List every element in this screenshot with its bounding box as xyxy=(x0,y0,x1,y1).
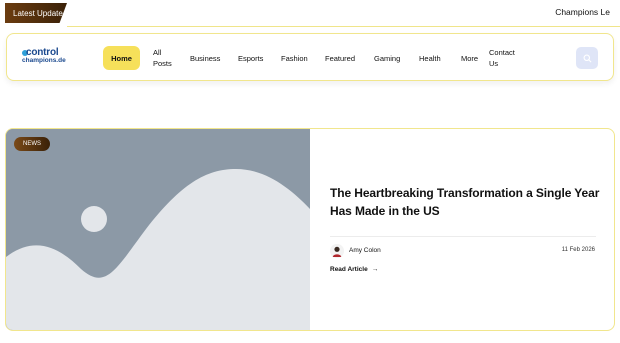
nav-item-all-posts-line2: Posts xyxy=(153,59,172,68)
site-header: control champions.de Home All Posts Busi… xyxy=(6,33,614,81)
author-name[interactable]: Amy Colon xyxy=(349,247,381,254)
image-placeholder-icon xyxy=(6,129,310,330)
nav-item-health[interactable]: Health xyxy=(419,34,441,82)
nav-item-all-posts[interactable]: All Posts xyxy=(153,34,172,82)
meta-divider xyxy=(330,236,596,237)
article-image-placeholder[interactable]: NEWS xyxy=(6,129,310,330)
arrow-right-icon: → xyxy=(371,266,379,273)
read-article-link[interactable]: Read Article → xyxy=(330,266,378,273)
logo-text-bottom: champions.de xyxy=(22,57,66,64)
article-date: 11 Feb 2026 xyxy=(561,247,595,253)
search-icon xyxy=(583,54,591,62)
search-button[interactable] xyxy=(576,47,598,69)
nav-item-all-posts-line1: All xyxy=(153,48,162,57)
author-avatar-icon xyxy=(330,244,344,258)
nav-item-contact-line1: Contact xyxy=(489,48,515,57)
nav-item-business[interactable]: Business xyxy=(190,34,220,82)
nav-item-featured[interactable]: Featured xyxy=(325,34,355,82)
nav-item-home[interactable]: Home xyxy=(103,46,140,70)
read-article-label: Read Article xyxy=(330,266,368,273)
author-avatar xyxy=(330,244,344,258)
nav-item-more[interactable]: More xyxy=(461,34,478,82)
site-logo[interactable]: control champions.de xyxy=(22,47,74,67)
ticker-headline-link[interactable]: Champions Le xyxy=(555,7,610,17)
article-title[interactable]: The Heartbreaking Transformation a Singl… xyxy=(330,184,600,220)
featured-article-card: NEWS The Heartbreaking Transformation a … xyxy=(5,128,615,331)
nav-item-contact-us[interactable]: Contact Us xyxy=(489,34,515,82)
nav-item-contact-line2: Us xyxy=(489,59,499,68)
nav-item-fashion[interactable]: Fashion xyxy=(281,34,308,82)
ticker-divider xyxy=(67,26,620,27)
nav-item-gaming[interactable]: Gaming xyxy=(374,34,400,82)
latest-update-badge: Latest Update xyxy=(5,3,67,23)
latest-update-ticker: Latest Update Champions Le xyxy=(0,0,620,27)
category-badge-news[interactable]: NEWS xyxy=(14,137,50,151)
nav-item-esports[interactable]: Esports xyxy=(238,34,263,82)
